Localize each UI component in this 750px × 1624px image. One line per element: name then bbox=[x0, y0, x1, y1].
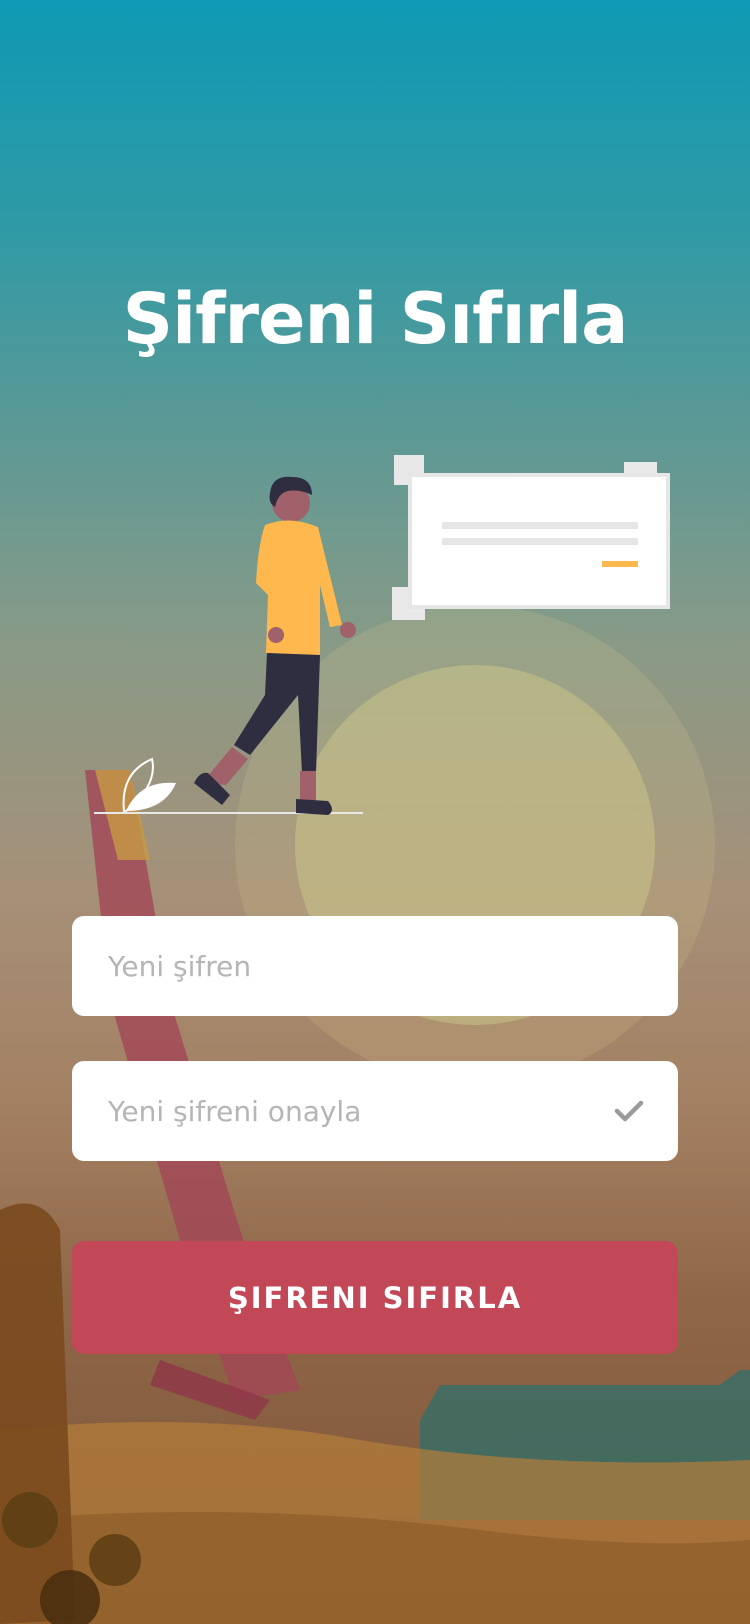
reset-password-screen: Şifreni Sıfırla ŞIFRENI SIFIRLA bbox=[0, 0, 750, 1624]
reset-password-button[interactable]: ŞIFRENI SIFIRLA bbox=[72, 1241, 678, 1354]
check-icon bbox=[614, 1100, 644, 1122]
new-password-input[interactable] bbox=[106, 915, 644, 1017]
new-password-field[interactable] bbox=[72, 915, 678, 1017]
page-title: Şifreni Sıfırla bbox=[122, 278, 629, 360]
confirm-password-field[interactable] bbox=[72, 1060, 678, 1162]
confirm-password-input[interactable] bbox=[106, 1060, 604, 1162]
person-walking-illustration bbox=[94, 455, 670, 815]
